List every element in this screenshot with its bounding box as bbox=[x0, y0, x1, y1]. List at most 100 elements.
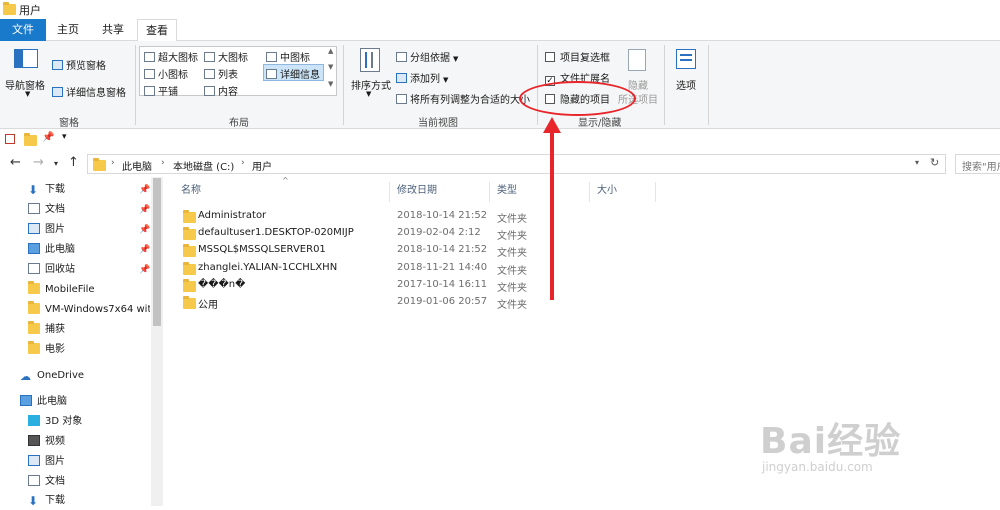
medium-icons-icon bbox=[266, 52, 277, 62]
pin-icon: 📌 bbox=[139, 225, 151, 235]
layout-large-icons[interactable]: 大图标 bbox=[204, 49, 248, 64]
nav-item-downloads[interactable]: ⬇ 下载 bbox=[28, 180, 150, 199]
address-bar[interactable]: › 此电脑 › 本地磁盘 (C:) › 用户 ▾ ↻ bbox=[87, 154, 946, 174]
nav-item-videos[interactable]: 视频 bbox=[28, 432, 150, 451]
folder-icon bbox=[183, 262, 196, 275]
refresh-icon[interactable]: ↻ bbox=[930, 156, 939, 169]
tab-view[interactable]: 查看 bbox=[137, 19, 177, 42]
breadcrumb-separator-icon[interactable]: › bbox=[241, 158, 245, 168]
folder-icon bbox=[183, 210, 196, 223]
watermark-url: jingyan.baidu.com bbox=[762, 460, 873, 474]
nav-item-recycle-bin[interactable]: 回收站 bbox=[28, 260, 150, 279]
preview-pane-button[interactable]: 预览窗格 bbox=[52, 57, 106, 72]
folder-icon bbox=[28, 341, 40, 354]
nav-item-mobilefile[interactable]: MobileFile bbox=[28, 280, 150, 299]
small-icons-icon bbox=[144, 69, 155, 79]
column-header-name[interactable]: 名称 bbox=[174, 182, 390, 202]
size-all-columns-button[interactable]: 将所有列调整为合适的大小 bbox=[396, 91, 530, 106]
tab-home[interactable]: 主页 bbox=[50, 19, 86, 41]
layout-medium-icons[interactable]: 中图标 bbox=[266, 49, 310, 64]
folder-icon bbox=[28, 321, 40, 334]
file-row[interactable]: Administrator 2018-10-14 21:52 文件夹 bbox=[174, 208, 674, 225]
file-row[interactable]: MSSQL$MSSQLSERVER01 2018-10-14 21:52 文件夹 bbox=[174, 242, 674, 259]
nav-item-this-pc-root[interactable]: 此电脑 bbox=[20, 392, 142, 411]
customize-toolbar-icon[interactable]: ▾ bbox=[62, 132, 67, 142]
details-pane-button[interactable]: 详细信息窗格 bbox=[52, 84, 126, 99]
nav-scrollbar-thumb[interactable] bbox=[153, 178, 161, 326]
breadcrumb-users[interactable]: 用户 bbox=[252, 158, 272, 173]
layout-extra-large-icons[interactable]: 超大图标 bbox=[144, 49, 198, 64]
properties-icon[interactable] bbox=[5, 134, 15, 144]
gallery-expand-icon[interactable]: ▼ bbox=[328, 80, 333, 88]
up-arrow-icon[interactable]: ↑ bbox=[68, 155, 79, 170]
column-header-date[interactable]: 修改日期 bbox=[390, 182, 490, 202]
nav-item-capture[interactable]: 捕获 bbox=[28, 320, 150, 339]
file-row[interactable]: defaultuser1.DESKTOP-020MIJP 2019-02-04 2… bbox=[174, 225, 674, 242]
new-folder-icon[interactable] bbox=[24, 133, 37, 146]
file-type: 文件夹 bbox=[497, 300, 527, 311]
breadcrumb-separator-icon[interactable]: › bbox=[161, 158, 165, 168]
recent-locations-chevron-icon[interactable]: ▾ bbox=[54, 159, 58, 168]
gallery-scroll-down-icon[interactable]: ▼ bbox=[328, 63, 333, 71]
file-date: 2019-01-06 20:57 bbox=[397, 296, 488, 307]
breadcrumb-this-pc[interactable]: 此电脑 bbox=[122, 158, 152, 173]
layout-tiles[interactable]: 平铺 bbox=[144, 83, 178, 98]
file-date: 2019-02-04 2:12 bbox=[397, 227, 481, 238]
search-input[interactable]: 搜索"用户" bbox=[955, 154, 1000, 174]
item-checkboxes-toggle[interactable]: 项目复选框 bbox=[545, 49, 610, 64]
file-row[interactable]: 公用 2019-01-06 20:57 文件夹 bbox=[174, 294, 674, 311]
ribbon-tabs: 文件 主页 共享 查看 bbox=[0, 19, 1000, 42]
gallery-scroll-up-icon[interactable]: ▲ bbox=[328, 47, 333, 55]
tab-share[interactable]: 共享 bbox=[95, 19, 131, 41]
nav-item-this-pc[interactable]: 此电脑 bbox=[28, 240, 150, 259]
nav-item-movies[interactable]: 电影 bbox=[28, 340, 150, 359]
layout-small-icons[interactable]: 小图标 bbox=[144, 66, 188, 81]
title-bar: 用户 bbox=[0, 0, 1000, 19]
size-columns-icon bbox=[396, 94, 407, 104]
cloud-icon: ☁ bbox=[20, 370, 31, 383]
tab-file[interactable]: 文件 bbox=[0, 19, 46, 41]
file-row[interactable]: zhanglei.YALIAN-1CCHLXHN 2018-11-21 14:40… bbox=[174, 260, 674, 277]
nav-item-onedrive[interactable]: ☁ OneDrive bbox=[20, 366, 142, 385]
nav-item-pictures[interactable]: 图片 bbox=[28, 220, 150, 239]
nav-item-pc-pictures[interactable]: 图片 bbox=[28, 452, 150, 471]
forward-arrow-icon[interactable]: → bbox=[33, 155, 44, 170]
column-header-size[interactable]: 大小 bbox=[590, 182, 656, 202]
nav-item-3d-objects[interactable]: 3D 对象 bbox=[28, 412, 150, 431]
navigation-pane-icon bbox=[14, 49, 38, 68]
back-arrow-icon[interactable]: ← bbox=[10, 155, 21, 170]
options-icon bbox=[676, 49, 696, 69]
sort-icon bbox=[360, 48, 380, 72]
group-label-panes: 窗格 bbox=[59, 118, 79, 129]
file-type: 文件夹 bbox=[497, 283, 527, 294]
file-row[interactable]: ���n� 2017-10-14 16:11 文件夹 bbox=[174, 277, 674, 294]
address-dropdown-icon[interactable]: ▾ bbox=[915, 158, 919, 167]
computer-icon bbox=[20, 395, 32, 406]
group-label-show-hide: 显示/隐藏 bbox=[578, 118, 622, 129]
file-date: 2018-10-14 21:52 bbox=[397, 244, 488, 255]
options-button[interactable]: 选项 bbox=[676, 77, 696, 92]
breadcrumb-local-disk[interactable]: 本地磁盘 (C:) bbox=[173, 158, 234, 173]
breadcrumb-separator-icon[interactable]: › bbox=[111, 158, 115, 168]
hide-selected-label[interactable]: 隐藏 bbox=[628, 77, 648, 92]
picture-icon bbox=[28, 223, 40, 234]
extra-large-icons-icon bbox=[144, 52, 155, 62]
group-by-button[interactable]: 分组依据 ▼ bbox=[396, 49, 458, 64]
column-header-type[interactable]: 类型 bbox=[490, 182, 590, 202]
layout-content[interactable]: 内容 bbox=[204, 83, 238, 98]
divider bbox=[664, 45, 665, 125]
computer-icon bbox=[28, 243, 40, 254]
file-name: MSSQL$MSSQLSERVER01 bbox=[198, 244, 326, 255]
nav-item-documents[interactable]: 文档 bbox=[28, 200, 150, 219]
group-label-current-view: 当前视图 bbox=[418, 118, 458, 129]
divider bbox=[135, 45, 136, 125]
layout-list[interactable]: 列表 bbox=[204, 66, 238, 81]
nav-item-pc-documents[interactable]: 文档 bbox=[28, 472, 150, 491]
ribbon: 导航窗格 ▼ 预览窗格 详细信息窗格 窗格 超大图标 大图标 中图标 小图标 列… bbox=[0, 41, 1000, 129]
nav-item-vm-windows7[interactable]: VM-Windows7x64 with bbox=[28, 300, 150, 319]
layout-details[interactable]: 详细信息 bbox=[266, 66, 320, 81]
nav-item-pc-downloads[interactable]: ⬇ 下载 bbox=[28, 491, 150, 510]
pin-icon[interactable]: 📌 bbox=[42, 132, 54, 143]
add-column-button[interactable]: 添加列 ▼ bbox=[396, 70, 448, 85]
checkbox[interactable] bbox=[545, 52, 555, 62]
